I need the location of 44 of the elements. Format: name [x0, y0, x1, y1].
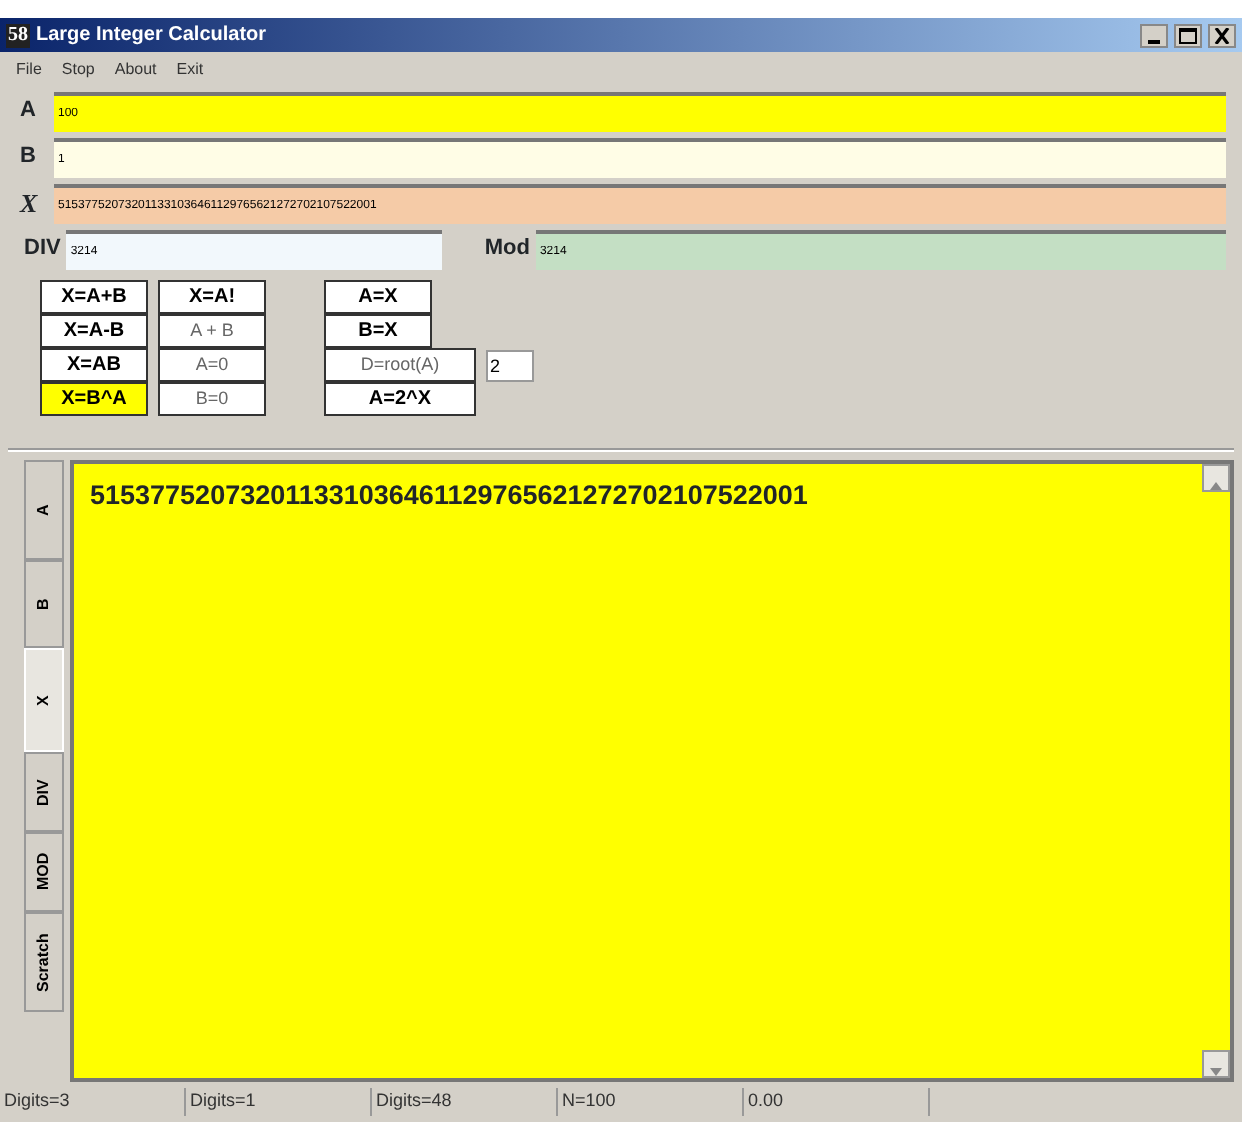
scroll-down-button[interactable]	[1202, 1050, 1230, 1078]
menu-item[interactable]: Stop	[61, 58, 95, 82]
field-label: B	[20, 142, 38, 173]
tab[interactable]: B	[24, 560, 64, 648]
window-title: Large Integer Calculator	[36, 22, 269, 50]
div-label: DIV	[24, 234, 61, 265]
tab[interactable]: Scratch	[24, 912, 64, 1012]
scroll-up-button[interactable]	[1202, 464, 1230, 492]
tab[interactable]: DIV	[24, 752, 64, 832]
close-button[interactable]	[1208, 23, 1236, 47]
menu-item[interactable]: File	[16, 58, 42, 82]
maximize-icon	[1178, 27, 1198, 43]
status-text: Digits=1	[186, 1088, 372, 1116]
tab[interactable]: MOD	[24, 832, 64, 912]
calc-button[interactable]: X=B^A	[40, 382, 148, 416]
calc-button[interactable]: X=A-B	[40, 314, 148, 348]
field-label: X	[20, 185, 40, 222]
status-text: 0.00	[744, 1088, 930, 1116]
calc-button[interactable]: B=0	[158, 382, 266, 416]
calc-button[interactable]: X=AB	[40, 348, 148, 382]
maximize-button[interactable]	[1174, 23, 1202, 47]
field-label: A	[20, 96, 38, 127]
minimize-button[interactable]	[1140, 23, 1168, 47]
mod-label: Mod	[484, 234, 530, 265]
degree-field[interactable]: 2	[486, 349, 534, 381]
calc-button[interactable]: A=0	[158, 348, 266, 382]
status-text: Digits=48	[372, 1088, 558, 1116]
calc-button[interactable]: A + B	[158, 314, 266, 348]
calc-button[interactable]: A=X	[324, 280, 432, 314]
output-text: 515377520732011331036461129765621272702107522001	[90, 478, 810, 514]
status-text: N=100	[558, 1088, 744, 1116]
calc-button[interactable]: X=A+B	[40, 280, 148, 314]
calc-button[interactable]: B=X	[324, 314, 432, 348]
minimize-icon	[1148, 39, 1160, 43]
menu-item[interactable]: Exit	[176, 58, 204, 82]
tab[interactable]: X	[24, 648, 64, 752]
calc-button[interactable]: A=2^X	[324, 382, 476, 416]
status-text: Digits=3	[0, 1088, 186, 1116]
tab[interactable]: A	[24, 460, 64, 560]
menu-item[interactable]: About	[114, 58, 157, 82]
app-icon: 58	[6, 23, 30, 47]
close-icon	[1212, 27, 1232, 43]
calc-button[interactable]: D=root(A)	[324, 348, 476, 382]
calc-button[interactable]: X=A!	[158, 280, 266, 314]
